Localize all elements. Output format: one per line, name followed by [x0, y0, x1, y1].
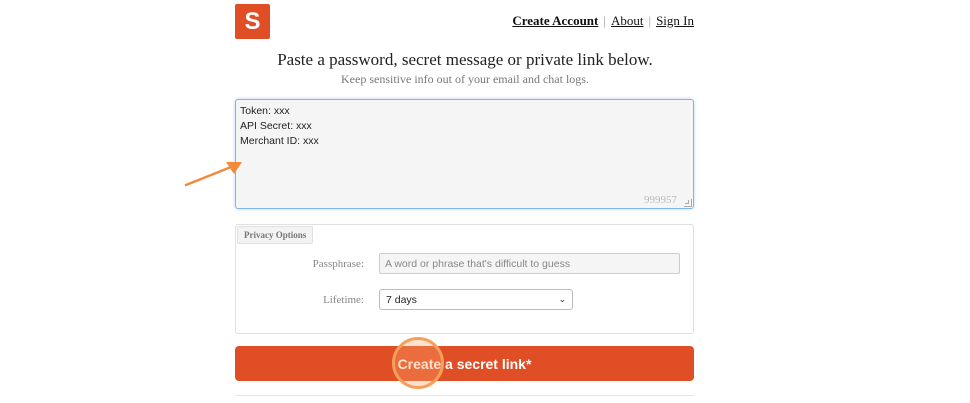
logo-letter: S [244, 7, 261, 35]
char-counter: 999957 [644, 194, 677, 206]
about-link[interactable]: About [611, 13, 644, 29]
secret-text: Token: xxx API Secret: xxx Merchant ID: … [240, 105, 319, 147]
create-secret-link-button[interactable]: Create a secret link* [235, 346, 694, 381]
annotation-arrow-icon [184, 162, 242, 187]
privacy-options-panel: Privacy Options Passphrase: Lifetime: 7 … [235, 224, 694, 334]
privacy-options-tab[interactable]: Privacy Options [237, 226, 314, 244]
secret-textarea[interactable]: Token: xxx API Secret: xxx Merchant ID: … [235, 99, 694, 209]
page-subtitle: Keep sensitive info out of your email an… [341, 72, 589, 86]
divider [235, 395, 694, 396]
nav-separator: | [603, 13, 606, 28]
lifetime-label: Lifetime: [323, 294, 364, 306]
page-title: Paste a password, secret message or priv… [277, 50, 653, 69]
create-account-link[interactable]: Create Account [512, 13, 598, 29]
lifetime-select[interactable]: 7 days ⌄ [379, 289, 573, 310]
top-nav: Create Account | About | Sign In [512, 13, 694, 29]
passphrase-label: Passphrase: [312, 258, 364, 270]
sign-in-link[interactable]: Sign In [656, 13, 694, 29]
chevron-down-icon: ⌄ [558, 294, 566, 304]
nav-separator: | [648, 13, 652, 28]
logo[interactable]: S [235, 4, 270, 39]
passphrase-input[interactable] [379, 253, 680, 274]
resize-handle-icon[interactable] [684, 199, 692, 207]
lifetime-value: 7 days [386, 293, 417, 306]
